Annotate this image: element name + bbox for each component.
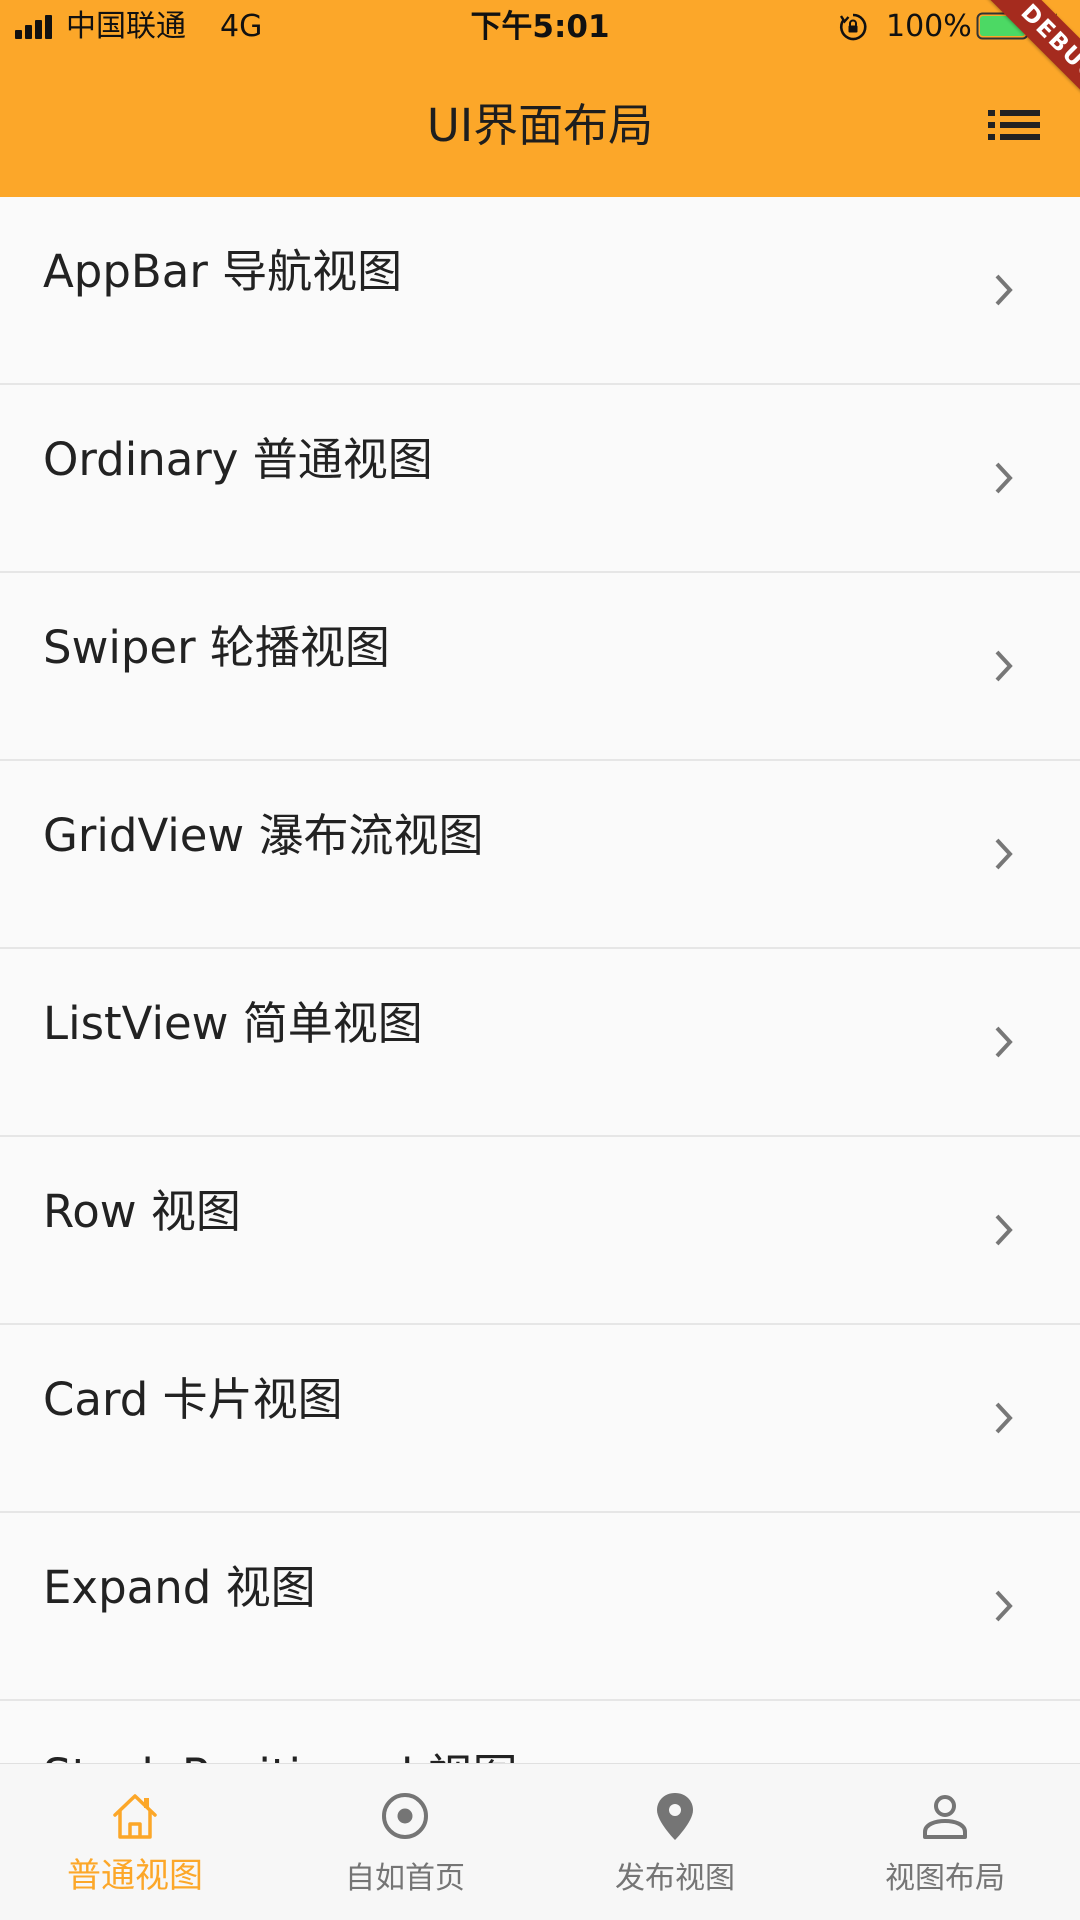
location-pin-icon: [651, 1791, 699, 1841]
chevron-right-icon: [995, 650, 1013, 682]
status-bar: 中国联通 4G 下午5:01 100%: [0, 0, 1080, 54]
nav-tab-2[interactable]: 自如首页: [270, 1764, 540, 1920]
bottom-navigation-bar: 普通视图 自如首页 发布视图 视图布局: [0, 1763, 1080, 1920]
nav-tab-label: 发布视图: [615, 1861, 735, 1896]
chevron-right-icon: [995, 274, 1013, 306]
header: 中国联通 4G 下午5:01 100% UI界面布局 DEBUG: [0, 0, 1080, 197]
chevron-right-icon: [995, 1026, 1013, 1058]
list-item[interactable]: Stack Positioned 视图: [0, 1701, 1080, 1763]
list-item[interactable]: Ordinary 普通视图: [0, 385, 1080, 573]
chevron-right-icon: [995, 1402, 1013, 1434]
list-item-label: GridView 瀑布流视图: [43, 809, 484, 862]
list-item-label: Ordinary 普通视图: [43, 433, 433, 486]
list-item-label: Swiper 轮播视图: [43, 621, 390, 674]
home-icon: [111, 1791, 159, 1841]
page-title: UI界面布局: [426, 99, 654, 152]
nav-tab-label: 自如首页: [345, 1861, 465, 1896]
app-bar: UI界面布局: [0, 54, 1080, 197]
nav-tab-label: 视图布局: [885, 1861, 1005, 1896]
radio-target-icon: [381, 1791, 429, 1841]
nav-tab-1[interactable]: 普通视图: [0, 1764, 270, 1920]
list-item-label: AppBar 导航视图: [43, 245, 403, 298]
list-item[interactable]: Row 视图: [0, 1137, 1080, 1325]
list-menu-icon[interactable]: [986, 104, 1042, 146]
list-item[interactable]: Card 卡片视图: [0, 1325, 1080, 1513]
list-item-label: Expand 视图: [43, 1561, 316, 1614]
list-item-label: ListView 简单视图: [43, 997, 423, 1050]
chevron-right-icon: [995, 462, 1013, 494]
list-item-label: Card 卡片视图: [43, 1373, 343, 1426]
menu-list: AppBar 导航视图 Ordinary 普通视图 Swiper 轮播视图 GridV…: [0, 197, 1080, 1763]
list-item[interactable]: ListView 简单视图: [0, 949, 1080, 1137]
list-item[interactable]: GridView 瀑布流视图: [0, 761, 1080, 949]
list-item[interactable]: Expand 视图: [0, 1513, 1080, 1701]
person-icon: [921, 1791, 969, 1841]
list-item[interactable]: Swiper 轮播视图: [0, 573, 1080, 761]
nav-tab-4[interactable]: 视图布局: [810, 1764, 1080, 1920]
app-screen: 中国联通 4G 下午5:01 100% UI界面布局 DEBUG AppBar …: [0, 0, 1080, 1920]
nav-tab-3[interactable]: 发布视图: [540, 1764, 810, 1920]
list-item-label: Stack Positioned 视图: [43, 1749, 518, 1763]
chevron-right-icon: [995, 838, 1013, 870]
nav-tab-label: 普通视图: [67, 1856, 203, 1896]
battery-percent: 100%: [886, 9, 972, 44]
chevron-right-icon: [995, 1214, 1013, 1246]
rotation-lock-icon: [839, 13, 867, 41]
list-item[interactable]: AppBar 导航视图: [0, 197, 1080, 385]
chevron-right-icon: [995, 1590, 1013, 1622]
list-item-label: Row 视图: [43, 1185, 241, 1238]
